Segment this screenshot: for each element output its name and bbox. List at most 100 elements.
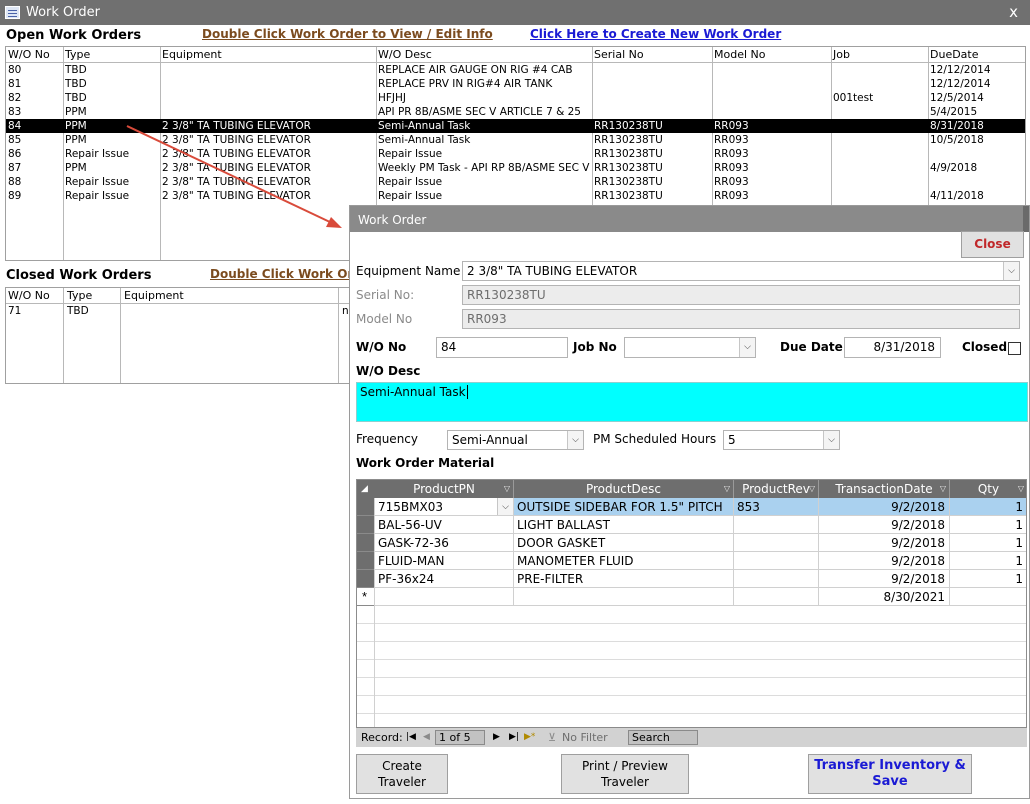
- table-cell[interactable]: GASK-72-36: [375, 534, 514, 552]
- table-cell[interactable]: LIGHT BALLAST: [514, 516, 734, 534]
- table-cell[interactable]: 1: [950, 534, 1026, 552]
- column-header[interactable]: TransactionDate ▽: [819, 480, 950, 498]
- table-cell[interactable]: 9/2/2018: [819, 534, 950, 552]
- column-header[interactable]: W/O Desc: [378, 48, 432, 61]
- create-traveler-button[interactable]: Create Traveler: [356, 754, 448, 794]
- table-row[interactable]: 88 Repair Issue 2 3/8" TA TUBING ELEVATOR R…: [6, 175, 1025, 189]
- selected-table-row[interactable]: 84 PPM 2 3/8" TA TUBING ELEVATOR Semi-Annua…: [6, 119, 1025, 133]
- table-cell[interactable]: 9/2/2018: [819, 498, 950, 516]
- table-row[interactable]: 83 PPM API PR 8B/ASME SEC V ARTICLE 7 & 25…: [6, 105, 1025, 119]
- table-cell[interactable]: MANOMETER FLUID: [514, 552, 734, 570]
- table-cell[interactable]: [375, 588, 514, 606]
- table-row[interactable]: 80 TBD REPLACE AIR GAUGE ON RIG #4 CAB 12/1…: [6, 63, 1025, 77]
- table-cell[interactable]: 8/30/2021: [819, 588, 950, 606]
- dropdown-arrow-icon[interactable]: ⌵: [823, 431, 839, 449]
- search-box[interactable]: Search: [628, 730, 698, 745]
- dropdown-arrow-icon[interactable]: ⌵: [1003, 262, 1019, 280]
- column-header[interactable]: Type: [65, 48, 90, 61]
- table-cell[interactable]: FLUID-MAN: [375, 552, 514, 570]
- create-work-order-link[interactable]: Click Here to Create New Work Order: [530, 27, 781, 41]
- closed-work-orders-grid[interactable]: W/O No Type Equipment 71TBDne: [5, 287, 350, 384]
- nav-prev-icon[interactable]: ◀: [423, 732, 430, 742]
- transfer-inventory-save-button[interactable]: Transfer Inventory & Save: [808, 754, 972, 794]
- table-cell[interactable]: [734, 534, 819, 552]
- record-selector[interactable]: [357, 570, 375, 588]
- print-traveler-button[interactable]: Print / Preview Traveler: [561, 754, 689, 794]
- column-header[interactable]: W/O No: [8, 289, 50, 302]
- table-cell[interactable]: 1: [950, 498, 1026, 516]
- sort-arrow-icon[interactable]: ▽: [809, 480, 815, 498]
- column-header[interactable]: ProductPN ▽: [375, 480, 514, 498]
- table-cell[interactable]: [734, 588, 819, 606]
- closed-checkbox[interactable]: [1008, 342, 1021, 355]
- nav-first-icon[interactable]: |◀: [406, 732, 416, 742]
- table-cell[interactable]: 1: [950, 516, 1026, 534]
- column-header[interactable]: DueDate: [930, 48, 979, 61]
- table-cell[interactable]: [734, 552, 819, 570]
- table-cell[interactable]: BAL-56-UV: [375, 516, 514, 534]
- table-row[interactable]: 89 Repair Issue 2 3/8" TA TUBING ELEVATOR R…: [6, 189, 1025, 203]
- record-selector[interactable]: [357, 516, 375, 534]
- record-position[interactable]: 1 of 5: [435, 730, 485, 745]
- column-header[interactable]: Equipment: [162, 48, 222, 61]
- column-header[interactable]: Qty ▽: [950, 480, 1026, 498]
- table-row[interactable]: 71TBDne: [6, 304, 349, 318]
- wo-no-field[interactable]: 84: [436, 337, 568, 358]
- close-button[interactable]: Close: [961, 231, 1024, 258]
- column-header[interactable]: Type: [67, 289, 92, 302]
- material-datasheet[interactable]: ◢ ProductPN ▽ ProductDesc ▽ ProductRev ▽ Transa…: [356, 479, 1027, 747]
- close-icon[interactable]: x: [1009, 3, 1018, 21]
- table-cell[interactable]: 853: [734, 498, 819, 516]
- table-row[interactable]: 81 TBD REPLACE PRV IN RIG#4 AIR TANK 12/12/…: [6, 77, 1025, 91]
- dropdown-arrow-icon[interactable]: ⌵: [739, 338, 755, 357]
- table-cell[interactable]: 715BMX03 ⌵: [375, 498, 514, 516]
- table-cell[interactable]: 1: [950, 570, 1026, 588]
- new-record-selector[interactable]: *: [357, 588, 375, 606]
- record-selector[interactable]: [357, 498, 375, 516]
- select-all-corner[interactable]: ◢: [357, 480, 375, 498]
- column-header[interactable]: ProductDesc ▽: [514, 480, 734, 498]
- table-cell[interactable]: [734, 570, 819, 588]
- table-row[interactable]: 85 PPM 2 3/8" TA TUBING ELEVATOR Semi-Annua…: [6, 133, 1025, 147]
- table-cell[interactable]: PRE-FILTER: [514, 570, 734, 588]
- dropdown-arrow-icon[interactable]: ⌵: [497, 498, 513, 515]
- table-row[interactable]: 87 PPM 2 3/8" TA TUBING ELEVATOR Weekly PM …: [6, 161, 1025, 175]
- table-cell[interactable]: 9/2/2018: [819, 516, 950, 534]
- column-header[interactable]: Equipment: [124, 289, 184, 302]
- table-cell[interactable]: [950, 588, 1026, 606]
- equipment-combo[interactable]: 2 3/8" TA TUBING ELEVATOR ⌵: [462, 261, 1020, 281]
- table-row[interactable]: 82 TBD HFJHJ 001test 12/5/2014: [6, 91, 1025, 105]
- open-hint-link[interactable]: Double Click Work Order to View / Edit I…: [202, 27, 493, 41]
- record-selector[interactable]: [357, 534, 375, 552]
- sort-arrow-icon[interactable]: ▽: [724, 480, 730, 498]
- table-row[interactable]: 86 Repair Issue 2 3/8" TA TUBING ELEVATOR R…: [6, 147, 1025, 161]
- form-scrollbar[interactable]: [1023, 206, 1029, 232]
- nav-new-icon[interactable]: ▶*: [524, 732, 535, 742]
- table-cell[interactable]: DOOR GASKET: [514, 534, 734, 552]
- dropdown-arrow-icon[interactable]: ⌵: [567, 431, 583, 449]
- column-header[interactable]: Serial No: [594, 48, 644, 61]
- pm-hours-combo[interactable]: 5 ⌵: [723, 430, 840, 450]
- table-cell[interactable]: 9/2/2018: [819, 552, 950, 570]
- column-header[interactable]: W/O No: [8, 48, 50, 61]
- column-header[interactable]: ProductRev ▽: [734, 480, 819, 498]
- nav-next-icon[interactable]: ▶: [493, 732, 500, 742]
- sort-arrow-icon[interactable]: ▽: [1018, 480, 1024, 498]
- table-cell[interactable]: [734, 516, 819, 534]
- no-filter-button[interactable]: No Filter: [562, 731, 608, 744]
- wo-desc-textarea[interactable]: Semi-Annual Task: [356, 382, 1028, 422]
- table-cell[interactable]: 1: [950, 552, 1026, 570]
- frequency-combo[interactable]: Semi-Annual ⌵: [447, 430, 584, 450]
- nav-last-icon[interactable]: ▶|: [509, 732, 519, 742]
- record-selector[interactable]: [357, 552, 375, 570]
- table-cell[interactable]: 9/2/2018: [819, 570, 950, 588]
- table-cell[interactable]: [514, 588, 734, 606]
- table-cell[interactable]: OUTSIDE SIDEBAR FOR 1.5" PITCH: [514, 498, 734, 516]
- filter-icon[interactable]: ⊻: [548, 731, 556, 744]
- due-date-field[interactable]: 8/31/2018: [844, 337, 941, 358]
- table-cell[interactable]: PF-36x24: [375, 570, 514, 588]
- sort-arrow-icon[interactable]: ▽: [940, 480, 946, 498]
- sort-arrow-icon[interactable]: ▽: [504, 480, 510, 498]
- column-header[interactable]: Model No: [714, 48, 765, 61]
- job-no-combo[interactable]: ⌵: [624, 337, 756, 358]
